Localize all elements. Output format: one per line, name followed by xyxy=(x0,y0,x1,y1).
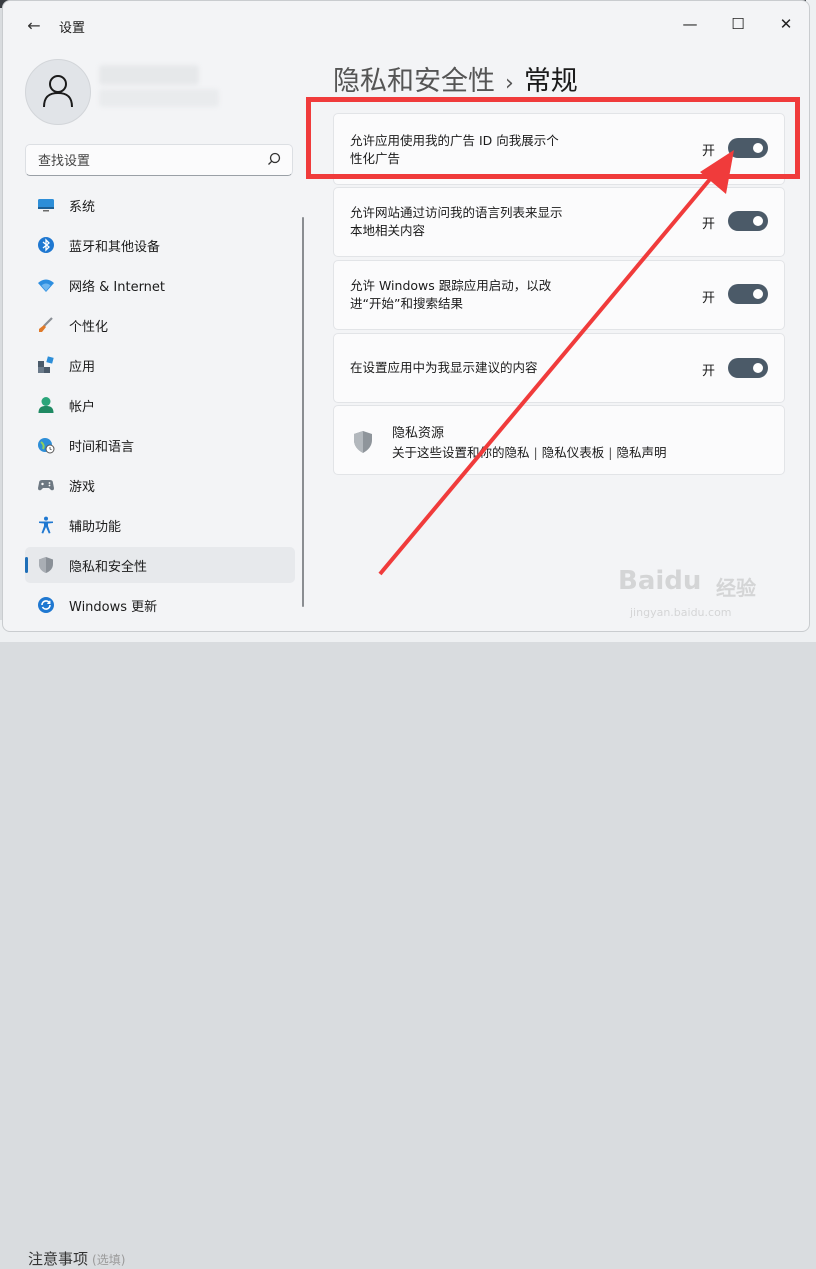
watermark-brand: Baidu xyxy=(618,566,702,596)
watermark-url: jingyan.baidu.com xyxy=(630,606,732,619)
background-bottom-label: 注意事项 (选填) xyxy=(28,1250,126,1268)
watermark-cn: 经验 xyxy=(716,576,756,600)
annotation-arrow xyxy=(378,150,734,576)
baidu-watermark: Baidu 经验 jingyan.baidu.com xyxy=(618,566,778,626)
